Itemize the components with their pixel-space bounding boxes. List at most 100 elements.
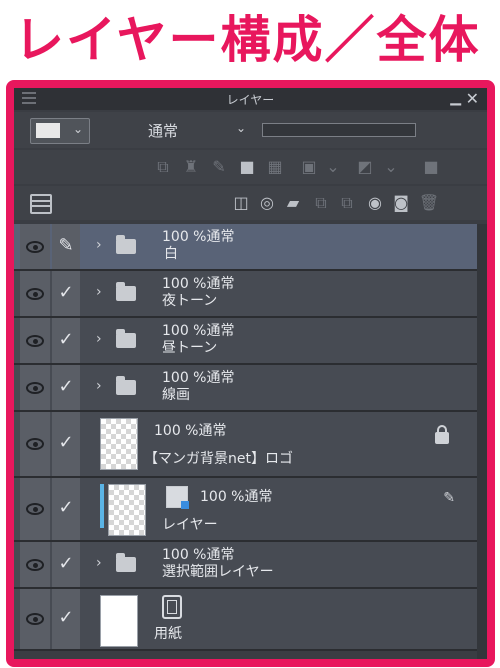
minimize-icon[interactable]: ▁ (450, 90, 461, 106)
check-icon: ✓ (58, 432, 74, 453)
panel-titlebar: レイヤー ▁ ✕ (14, 88, 487, 110)
transfer-down-icon[interactable]: ⧉ (310, 192, 332, 214)
layer-name: レイヤー (162, 517, 218, 533)
visibility-toggle[interactable] (20, 271, 50, 316)
new-folder-icon[interactable]: ▰ (282, 192, 304, 214)
check-icon: ✓ (58, 281, 74, 303)
check-icon: ✓ (58, 607, 74, 628)
layer-thumbnail (108, 484, 146, 536)
ruler-icon[interactable]: ◩ (354, 156, 376, 178)
layer-row[interactable]: ✓ › 100 %通常 選択範囲レイヤー (14, 542, 487, 589)
eye-icon (26, 334, 44, 347)
chevron-right-icon[interactable]: › (96, 331, 102, 347)
new-raster-layer-icon[interactable]: ◫ (230, 192, 252, 214)
edit-target-toggle[interactable]: ✓ (52, 318, 80, 363)
layer-row[interactable]: ✓ › 100 %通常 夜トーン (14, 271, 487, 318)
page-heading: レイヤー構成／全体 (14, 11, 481, 69)
draft-layer-icon: ✎ (443, 490, 455, 506)
layer-name: 線画 (162, 387, 190, 403)
mask-enable-icon[interactable]: ▣ (298, 156, 320, 178)
apply-mask-icon[interactable]: ◙ (390, 192, 412, 214)
lock-icon[interactable]: ■ (236, 156, 258, 178)
draft-icon[interactable]: ✎ (208, 156, 230, 178)
chevron-down-icon[interactable]: ⌄ (380, 156, 402, 178)
pencil-icon: ✎ (58, 234, 74, 256)
blend-toolbar: ⌄ 通常 ⌄ (14, 112, 487, 148)
active-layer-indicator (100, 484, 104, 528)
eye-icon (26, 287, 44, 300)
layer-row[interactable]: ✓ 100 %通常 レイヤー ✎ (14, 478, 487, 542)
eye-icon (26, 240, 44, 253)
check-icon: ✓ (58, 552, 74, 574)
new-vector-layer-icon[interactable]: ◎ (256, 192, 278, 214)
layer-list: ✎ › 100 %通常 白 ✓ › 100 %通常 夜トーン ✓ › 100 %… (14, 224, 487, 651)
chevron-right-icon[interactable]: › (96, 555, 102, 571)
layer-name: 昼トーン (162, 340, 218, 356)
eye-icon (26, 438, 44, 450)
chevron-down-icon[interactable]: ⌄ (236, 121, 246, 135)
lock-icon (435, 425, 449, 444)
edit-target-toggle[interactable]: ✓ (52, 412, 80, 476)
layer-row[interactable]: ✓ › 100 %通常 線画 (14, 365, 487, 412)
edit-target-toggle[interactable]: ✓ (52, 365, 80, 410)
reference-icon[interactable]: ♜ (180, 156, 202, 178)
folder-icon (116, 281, 136, 301)
edit-target-toggle[interactable]: ✓ (52, 271, 80, 316)
chevron-down-icon[interactable]: ⌄ (322, 156, 344, 178)
visibility-toggle[interactable] (20, 589, 50, 649)
chevron-down-icon: ⌄ (72, 122, 83, 136)
layer-name: 選択範囲レイヤー (162, 564, 274, 580)
chevron-right-icon[interactable]: › (96, 378, 102, 394)
layer-name: 【マンガ背景net】ロゴ (144, 451, 293, 467)
layer-row[interactable]: ✓ › 100 %通常 昼トーン (14, 318, 487, 365)
layer-row[interactable]: ✓ 用紙 (14, 589, 487, 651)
eye-icon (26, 503, 44, 515)
panel-title: レイヤー (226, 93, 275, 107)
layer-color-dropdown[interactable]: ⌄ (30, 118, 90, 144)
chevron-right-icon[interactable]: › (96, 284, 102, 300)
layer-thumbnail (100, 418, 138, 470)
folder-icon (116, 552, 136, 572)
close-icon[interactable]: ✕ (466, 89, 479, 108)
layer-name: 夜トーン (162, 293, 218, 309)
clip-icon[interactable]: ⧉ (152, 156, 174, 178)
edit-target-toggle[interactable]: ✓ (52, 589, 80, 649)
visibility-toggle[interactable] (20, 318, 50, 363)
chevron-right-icon[interactable]: › (96, 237, 102, 253)
layer-name: 用紙 (154, 626, 182, 642)
visibility-toggle[interactable] (20, 542, 50, 587)
check-icon: ✓ (58, 328, 74, 350)
check-icon: ✓ (58, 497, 74, 518)
visibility-toggle[interactable] (20, 224, 50, 269)
merge-down-icon[interactable]: ⧉ (336, 192, 358, 214)
paper-thumbnail (100, 595, 138, 647)
delete-layer-icon[interactable]: 🗑 (418, 192, 440, 214)
edit-target-toggle[interactable]: ✓ (52, 542, 80, 587)
layer-blend-label: 100 %通常 (154, 423, 227, 439)
eye-icon (26, 381, 44, 394)
mask-icon[interactable]: ◉ (364, 192, 386, 214)
visibility-toggle[interactable] (20, 365, 50, 410)
folder-icon (116, 375, 136, 395)
raster-layer-icon (166, 486, 189, 509)
layer-color-icon[interactable]: ■ (420, 156, 442, 178)
eye-icon (26, 613, 44, 625)
color-swatch (36, 123, 60, 138)
edit-target-toggle[interactable]: ✓ (52, 478, 80, 540)
layer-property-toolbar: ⧉ ♜ ✎ ■ ▦ ▣ ⌄ ◩ ⌄ ■ (14, 150, 487, 184)
layer-panel: レイヤー ▁ ✕ ⌄ 通常 ⌄ ⧉ ♜ ✎ ■ ▦ ▣ ⌄ ◩ ⌄ ■ ◫ ◎ … (6, 80, 495, 667)
paper-layer-icon (162, 595, 182, 619)
blend-mode-select[interactable]: 通常 (148, 120, 178, 141)
layer-list-icon[interactable] (30, 194, 52, 214)
opacity-slider[interactable] (262, 123, 416, 137)
layer-name: 白 (164, 246, 178, 262)
scrollbar[interactable] (477, 224, 487, 659)
edit-target-toggle[interactable]: ✎ (52, 224, 80, 269)
lock-transparency-icon[interactable]: ▦ (264, 156, 286, 178)
eye-icon (26, 558, 44, 571)
layer-blend-label: 100 %通常 (200, 489, 273, 505)
layer-row[interactable]: ✓ 100 %通常 【マンガ背景net】ロゴ (14, 412, 487, 478)
layer-row[interactable]: ✎ › 100 %通常 白 (14, 224, 487, 271)
visibility-toggle[interactable] (20, 478, 50, 540)
visibility-toggle[interactable] (20, 412, 50, 476)
